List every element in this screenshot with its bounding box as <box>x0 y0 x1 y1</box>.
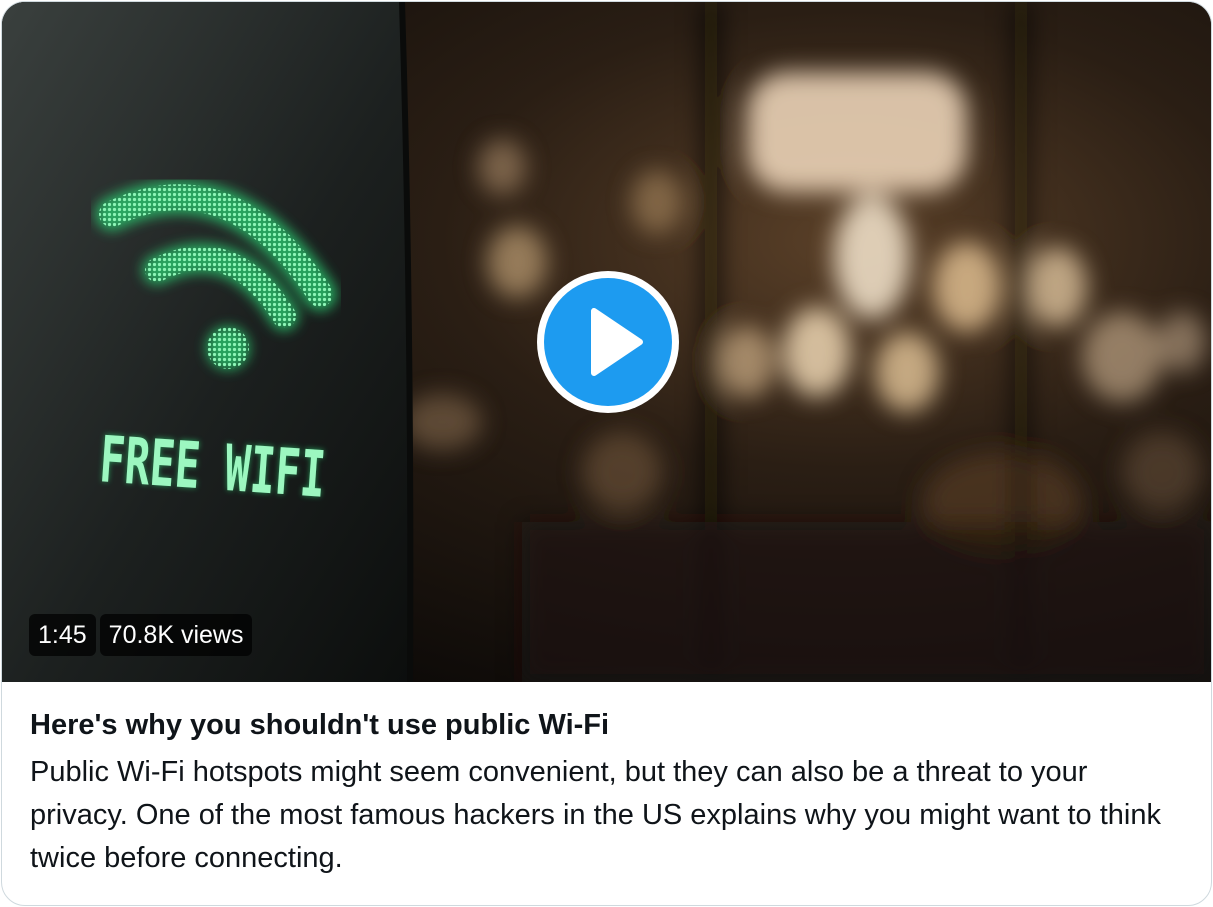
video-card[interactable]: FREE WIFI FREE WIFI 1:45 70.8K views Her… <box>1 1 1212 906</box>
play-button[interactable] <box>537 271 679 413</box>
video-duration: 1:45 <box>29 614 96 656</box>
view-count: 70.8K views <box>99 614 253 656</box>
sign-text: FREE WIFI <box>97 423 328 513</box>
video-thumbnail[interactable]: FREE WIFI FREE WIFI 1:45 70.8K views <box>2 2 1211 682</box>
video-meta-overlay: 1:45 70.8K views <box>29 614 253 656</box>
play-icon <box>591 308 643 376</box>
card-description: Public Wi-Fi hotspots might seem conveni… <box>30 756 1161 874</box>
card-text[interactable]: Here's why you shouldn't use public Wi-F… <box>30 705 1190 880</box>
card-headline[interactable]: Here's why you shouldn't use public Wi-F… <box>30 705 1190 745</box>
